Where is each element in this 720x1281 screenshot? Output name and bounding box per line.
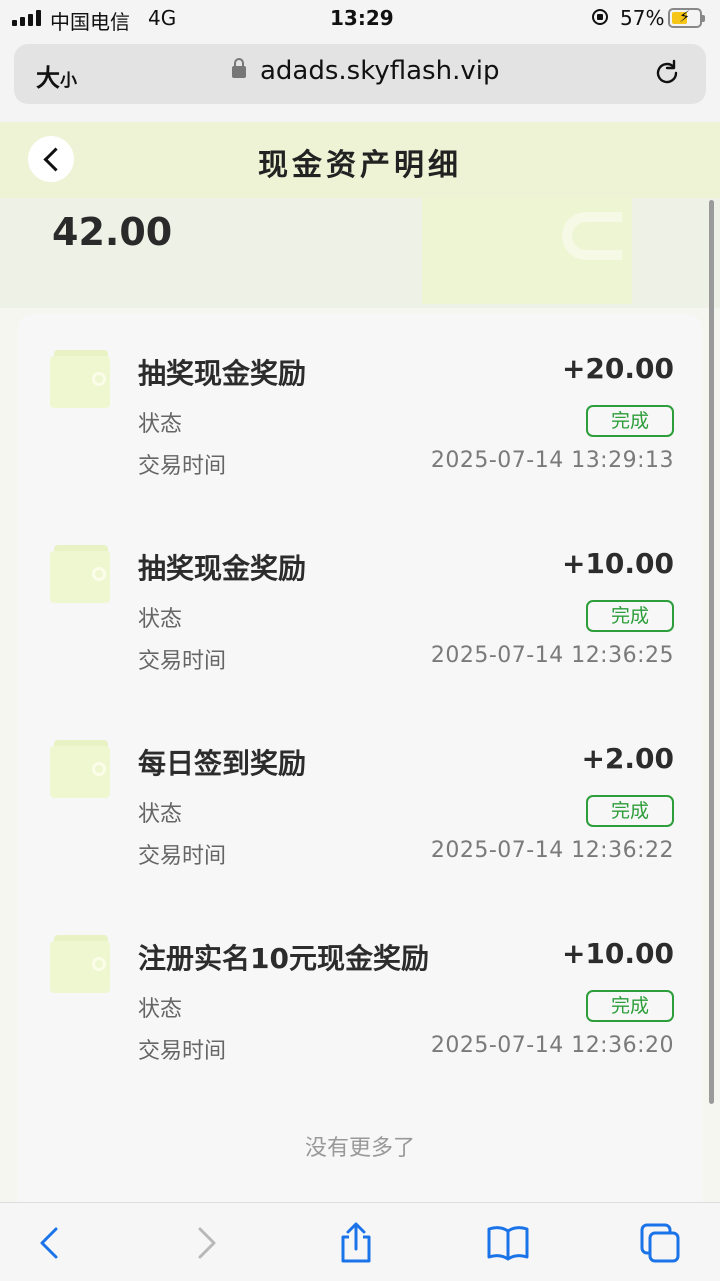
charging-icon: ⚡ [679,7,691,26]
wallet-icon [50,545,110,603]
signal-icon [12,10,42,26]
time-label: 交易时间 [138,454,227,479]
browser-toolbar [0,1202,720,1281]
chevron-left-icon[interactable] [28,1221,72,1265]
status-badge: 完成 [586,795,674,827]
list-item[interactable]: 抽奖现金奖励 +10.00 状态 完成 交易时间 2025-07-14 12:3… [18,509,702,674]
clock: 13:29 [330,6,394,30]
status-label: 状态 [138,412,183,437]
transaction-amount: +10.00 [561,547,674,580]
wallet-icon [50,350,110,408]
book-icon[interactable] [486,1221,530,1265]
transaction-time: 2025-07-14 12:36:22 [430,838,674,863]
page-header: 现金资产明细 [0,122,720,198]
wallet-icon [50,935,110,993]
browser-top-bar: 大小 adads.skyflash.vip [0,38,720,122]
transaction-time: 2025-07-14 12:36:25 [430,643,674,668]
address-bar[interactable]: 大小 adads.skyflash.vip [14,44,706,104]
wallet-icon [50,740,110,798]
status-bar: 中国电信 4G 13:29 57% ⚡ [0,0,720,38]
network-type: 4G [148,6,177,30]
url-domain[interactable]: adads.skyflash.vip [260,56,499,86]
time-label: 交易时间 [138,844,227,869]
carrier-name: 中国电信 [50,10,130,34]
transaction-name: 每日签到奖励 [138,747,307,780]
status-label: 状态 [138,607,183,632]
transaction-time: 2025-07-14 12:36:20 [430,1033,674,1058]
transaction-list: 抽奖现金奖励 +20.00 状态 完成 交易时间 2025-07-14 13:2… [18,314,702,1214]
transaction-amount: +20.00 [561,352,674,385]
time-label: 交易时间 [138,1039,227,1064]
rotation-lock-icon [592,9,608,25]
chevron-right-icon[interactable] [184,1221,228,1265]
balance-banner: 42.00 [0,198,720,308]
transaction-time: 2025-07-14 13:29:13 [430,448,674,473]
share-icon[interactable] [334,1221,378,1265]
wallet-decoration-icon [422,198,632,304]
status-badge: 完成 [586,990,674,1022]
lock-icon [232,58,246,78]
battery-icon: ⚡ [668,7,705,28]
time-label: 交易时间 [138,649,227,674]
scrollbar[interactable] [709,200,714,1104]
balance-amount: 42.00 [52,210,173,254]
status-badge: 完成 [586,405,674,437]
page-title: 现金资产明细 [258,148,462,183]
list-item[interactable]: 注册实名10元现金奖励 +10.00 状态 完成 交易时间 2025-07-14… [18,899,702,1064]
battery-percent: 57% [620,6,665,30]
text-size-button[interactable]: 大小 [36,58,77,93]
transaction-name: 抽奖现金奖励 [138,552,307,585]
status-label: 状态 [138,997,183,1022]
status-label: 状态 [138,802,183,827]
transaction-amount: +10.00 [561,937,674,970]
transaction-name: 抽奖现金奖励 [138,357,307,390]
transaction-name: 注册实名10元现金奖励 [138,942,429,975]
list-item[interactable]: 抽奖现金奖励 +20.00 状态 完成 交易时间 2025-07-14 13:2… [18,314,702,479]
transaction-amount: +2.00 [581,742,674,775]
list-item[interactable]: 每日签到奖励 +2.00 状态 完成 交易时间 2025-07-14 12:36… [18,704,702,869]
tabs-icon[interactable] [638,1221,682,1265]
list-end-text: 没有更多了 [304,1136,415,1161]
reload-icon[interactable] [652,58,682,88]
status-badge: 完成 [586,600,674,632]
